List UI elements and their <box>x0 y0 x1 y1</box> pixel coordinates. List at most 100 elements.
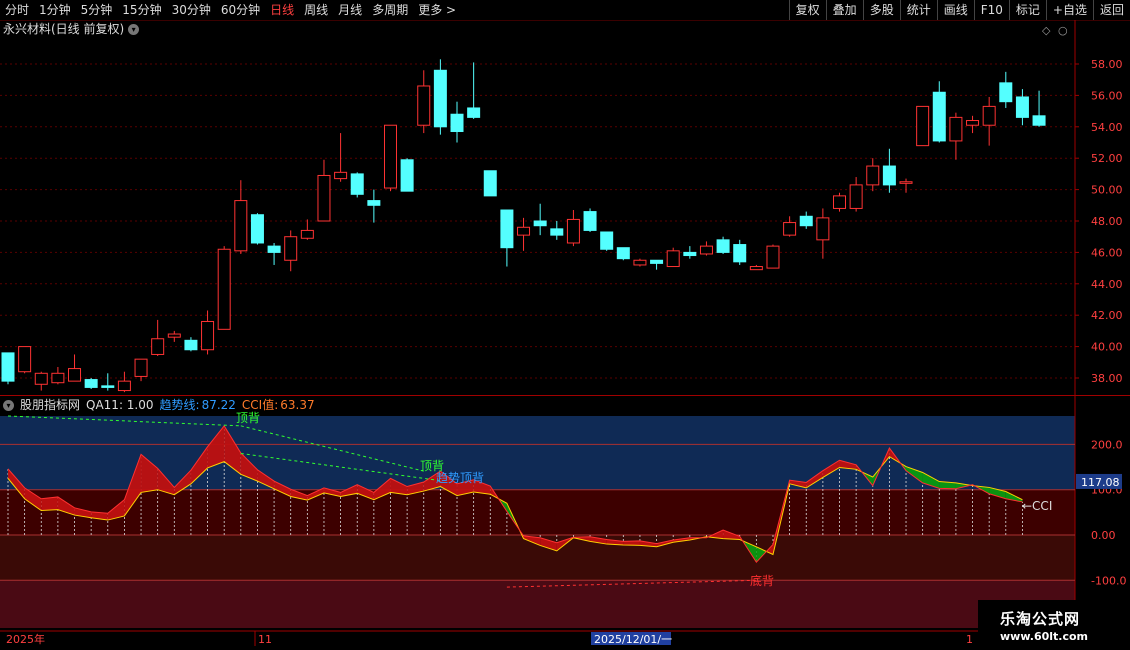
candle-body <box>833 195 846 209</box>
period-tab[interactable]: 15分钟 <box>117 0 166 20</box>
price-tick-label: 56.00 <box>1091 89 1123 102</box>
candle-body <box>151 338 165 355</box>
candle-body <box>350 173 364 195</box>
candle-body <box>1 352 15 382</box>
cci-indicator-chart[interactable]: 200.0100.00.00-100.0117.08顶背顶背趋势顶背底背←CCI… <box>0 396 1130 650</box>
top-toolbar: 分时 1分钟 5分钟 15分钟 30分钟 60分钟 日线 周线 月线 多周期 更多 > 复权 叠加 多股… <box>0 0 1130 21</box>
upper-neutral-zone <box>0 489 1075 535</box>
candle-body <box>583 211 597 231</box>
candle-body <box>683 251 697 257</box>
candle-body <box>916 105 930 147</box>
candle-body <box>1015 96 1029 118</box>
candle-body <box>1032 115 1046 126</box>
candle-body <box>84 379 98 388</box>
candle-body <box>866 165 880 186</box>
diamond-icon[interactable]: ◇ <box>1042 24 1051 37</box>
candle-body <box>201 320 215 351</box>
price-tick-label: 58.00 <box>1091 58 1123 71</box>
candle-body <box>284 236 298 261</box>
toolbar-button[interactable]: 标记 <box>1008 0 1046 20</box>
candle-body <box>733 244 747 263</box>
candle-body <box>666 250 680 268</box>
period-tab[interactable]: 5分钟 <box>76 0 118 20</box>
candle-body <box>650 259 664 264</box>
candle-body <box>517 226 531 236</box>
toolbar-button[interactable]: 复权 <box>788 0 826 20</box>
oversold-zone <box>0 580 1075 628</box>
top-divergence-label: 顶背 <box>236 411 260 425</box>
candle-body <box>167 333 181 338</box>
candle-body <box>766 245 780 269</box>
candle-body <box>467 107 481 118</box>
candle-body <box>500 209 514 249</box>
candle-body <box>749 266 763 271</box>
candle-body <box>899 181 913 184</box>
candle-body <box>34 372 48 385</box>
candle-body <box>533 220 547 227</box>
period-tab[interactable]: 更多 > <box>413 0 461 20</box>
price-tick-label: 42.00 <box>1091 309 1123 322</box>
candle-body <box>949 116 963 142</box>
candle-body <box>317 174 331 222</box>
price-tick-label: 54.00 <box>1091 121 1123 134</box>
period-tab[interactable]: 60分钟 <box>216 0 265 20</box>
time-label-month: 11 <box>258 633 272 646</box>
candle-body <box>616 247 630 260</box>
time-cursor-label: 2025/12/01/一 <box>594 633 672 646</box>
cci-arrow-label: ←CCI <box>1022 499 1052 513</box>
candle-body <box>600 231 614 250</box>
period-tab[interactable]: 30分钟 <box>167 0 216 20</box>
price-tick-label: 50.00 <box>1091 184 1123 197</box>
time-label-right: 1 <box>966 633 973 646</box>
candle-body <box>383 124 397 189</box>
price-tick-label: 44.00 <box>1091 278 1123 291</box>
candle-body <box>334 171 348 180</box>
period-tab[interactable]: 日线 <box>265 0 299 20</box>
candle-body <box>267 245 281 253</box>
price-tick-label: 52.00 <box>1091 152 1123 165</box>
candle-body <box>433 69 447 128</box>
candle-body <box>367 200 381 206</box>
watermark-url: www.60lt.com <box>1000 630 1089 643</box>
toolbar-button[interactable]: 多股 <box>862 0 900 20</box>
toolbar-right-buttons: 复权 叠加 多股 统计 画线 F10 标记 +自选 返回 <box>788 0 1130 20</box>
candle-body <box>217 248 231 330</box>
toolbar-button[interactable]: +自选 <box>1045 0 1093 20</box>
cci-tick-label: 200.0 <box>1091 438 1123 451</box>
toolbar-button[interactable]: F10 <box>973 0 1009 20</box>
period-tab[interactable]: 月线 <box>333 0 367 20</box>
candle-body <box>849 184 863 209</box>
cci-tick-label: 0.00 <box>1091 529 1116 542</box>
candle-body <box>450 113 464 133</box>
price-tick-label: 38.00 <box>1091 372 1123 385</box>
candle-body <box>68 368 82 382</box>
candle-body <box>982 105 996 126</box>
candle-body <box>799 215 813 227</box>
candle-body <box>882 165 896 186</box>
toolbar-button[interactable]: 统计 <box>899 0 937 20</box>
toolbar-button[interactable]: 返回 <box>1092 0 1130 20</box>
candle-body <box>18 346 32 373</box>
price-tick-label: 40.00 <box>1091 341 1123 354</box>
candle-body <box>51 372 65 384</box>
candle-body <box>566 218 580 244</box>
candle-body <box>816 217 830 241</box>
candlestick-chart[interactable]: 58.00 56.00 54.00 52.00 50.00 48.00 46.00 44.00… <box>0 20 1130 396</box>
candle-body <box>117 380 131 392</box>
watermark-title: 乐淘公式网 <box>1000 610 1081 628</box>
current-value-label: 117.08 <box>1081 476 1120 489</box>
toolbar-button[interactable]: 画线 <box>936 0 974 20</box>
candle-body <box>699 245 713 255</box>
settings-circle-icon[interactable]: ○ <box>1058 24 1068 37</box>
period-tab[interactable]: 多周期 <box>367 0 413 20</box>
candle-body <box>184 339 198 351</box>
candle-body <box>999 82 1013 103</box>
period-tab[interactable]: 周线 <box>299 0 333 20</box>
candle-body <box>134 358 148 377</box>
candle-body <box>483 170 497 197</box>
period-tab[interactable]: 分时 <box>0 0 34 20</box>
candle-body <box>234 200 248 252</box>
period-tab[interactable]: 1分钟 <box>34 0 76 20</box>
trend-top-divergence-label: 趋势顶背 <box>436 471 484 485</box>
toolbar-button[interactable]: 叠加 <box>825 0 863 20</box>
